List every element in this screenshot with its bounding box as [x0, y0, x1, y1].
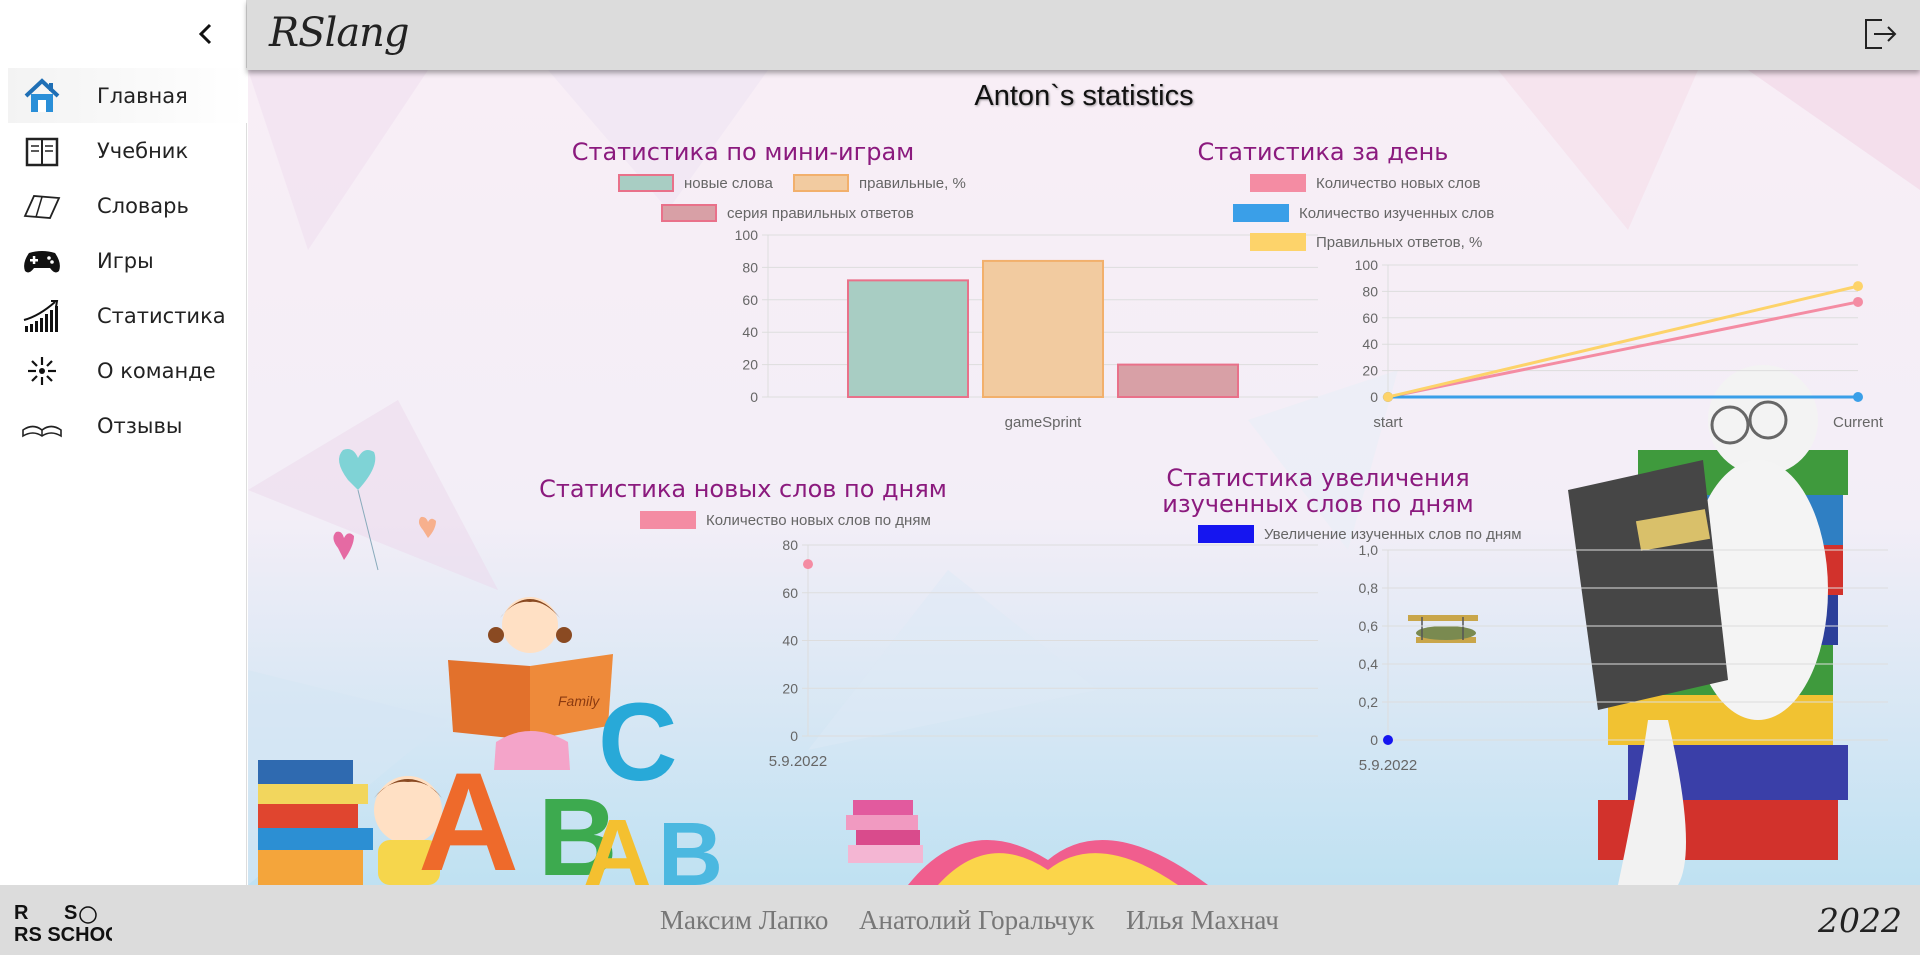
y-tick-label: 0,4: [1359, 656, 1379, 672]
sidebar-item-label: Статистика: [97, 303, 226, 328]
y-tick-label: 40: [1362, 336, 1378, 352]
team-icon: [20, 351, 64, 391]
reviews-icon: [20, 406, 64, 446]
sidebar-item-label: Учебник: [97, 138, 189, 163]
y-tick-label: 60: [782, 585, 798, 601]
data-point: [1383, 735, 1393, 745]
x-tick-label: 5.9.2022: [1359, 757, 1417, 774]
bar: [847, 279, 969, 398]
svg-text:R: R: [14, 902, 29, 924]
legend-item[interactable]: Количество новых слов: [1250, 174, 1481, 192]
sidebar-item-label: Главная: [97, 83, 188, 108]
dictionary-icon: [20, 186, 64, 226]
y-tick-label: 0,2: [1359, 694, 1379, 710]
footer: R S RS SCHOOL Максим Лапко Анатолий Гора…: [0, 885, 1920, 955]
bar: [982, 259, 1104, 398]
y-tick-label: 60: [1362, 310, 1378, 326]
y-tick-label: 40: [782, 633, 798, 649]
statistics-page: Family A B C A B Anton`s statistics Стат…: [248, 70, 1920, 885]
y-tick-label: 0,8: [1359, 580, 1379, 596]
gamepad-icon: [20, 241, 64, 281]
sidebar-item-label: Словарь: [97, 193, 189, 218]
sidebar-item-dictionary[interactable]: Словарь: [0, 178, 247, 233]
statistics-icon: [20, 296, 64, 336]
sidebar-item-home[interactable]: Главная: [8, 68, 247, 123]
y-tick-label: 80: [782, 537, 798, 553]
y-tick-label: 20: [1362, 363, 1378, 379]
svg-text:A: A: [418, 743, 519, 885]
sidebar-item-team[interactable]: О команде: [0, 343, 247, 398]
textbook-icon: [20, 131, 64, 171]
y-tick-label: 60: [742, 292, 758, 308]
data-point: [1853, 281, 1863, 292]
y-tick-label: 20: [782, 680, 798, 696]
y-tick-label: 0: [1370, 389, 1378, 405]
y-tick-label: 1,0: [1359, 542, 1379, 558]
series-line: [1387, 300, 1859, 399]
author-link[interactable]: Анатолий Горальчук: [859, 905, 1094, 936]
x-tick-label: 5.9.2022: [769, 753, 827, 770]
series-line: [1387, 284, 1859, 399]
logout-icon[interactable]: [1860, 14, 1900, 54]
legend-swatch: [1250, 174, 1306, 192]
x-tick-label: Current: [1833, 414, 1884, 431]
data-point: [803, 559, 813, 570]
svg-text:B: B: [658, 805, 723, 885]
chart-learned: 1,0 0,8 0,6 0,4 0,2 0 5.9.2022: [1359, 542, 1888, 774]
svg-text:S: S: [64, 902, 77, 924]
y-tick-label: 40: [742, 324, 758, 340]
chart-title-daily: Статистика за день: [1197, 138, 1449, 166]
y-tick-label: 0: [1370, 732, 1378, 748]
data-point: [1853, 392, 1863, 402]
sidebar-nav: Главная Учебник Словарь Игры Статистика …: [0, 68, 247, 453]
author-link[interactable]: Максим Лапко: [660, 905, 828, 936]
rs-school-logo[interactable]: R S RS SCHOOL: [12, 899, 112, 945]
y-tick-label: 0: [790, 728, 798, 744]
y-tick-label: 100: [735, 227, 759, 243]
header: RSlang: [247, 0, 1920, 70]
page-title: Anton`s statistics: [974, 80, 1194, 112]
sidebar-item-textbook[interactable]: Учебник: [0, 123, 247, 178]
author-link[interactable]: Илья Махнач: [1126, 905, 1279, 936]
sidebar-item-games[interactable]: Игры: [0, 233, 247, 288]
x-tick-label: start: [1373, 414, 1403, 431]
footer-year: 2022: [1818, 901, 1902, 940]
svg-text:A: A: [583, 800, 652, 885]
rs-school-logo-text: RS SCHOOL: [14, 924, 112, 945]
app-logo[interactable]: RSlang: [269, 10, 410, 56]
y-tick-label: 20: [742, 357, 758, 373]
legend-label: Количество новых слов: [1316, 174, 1481, 192]
sidebar-item-label: Отзывы: [97, 413, 183, 438]
sidebar-item-label: О команде: [97, 358, 216, 383]
sidebar-item-statistics[interactable]: Статистика: [0, 288, 247, 343]
sidebar-item-label: Игры: [97, 248, 154, 273]
y-tick-label: 80: [1362, 283, 1378, 299]
data-point: [1383, 392, 1393, 402]
home-icon: [20, 76, 64, 116]
chevron-left-icon[interactable]: [190, 18, 222, 50]
x-tick-label: gameSprint: [1005, 414, 1083, 430]
data-point: [1853, 296, 1863, 307]
y-tick-label: 80: [742, 259, 758, 275]
y-tick-label: 0: [750, 389, 758, 405]
y-tick-label: 0,6: [1359, 618, 1379, 634]
chart-title-new-words: Статистика новых слов по дням: [539, 475, 947, 503]
y-tick-label: 100: [1355, 257, 1379, 273]
sidebar: Главная Учебник Словарь Игры Статистика …: [0, 0, 247, 885]
chart-daily: 100 80 60 40 20 0 start Current: [1355, 257, 1884, 431]
sidebar-item-reviews[interactable]: Отзывы: [0, 398, 247, 453]
